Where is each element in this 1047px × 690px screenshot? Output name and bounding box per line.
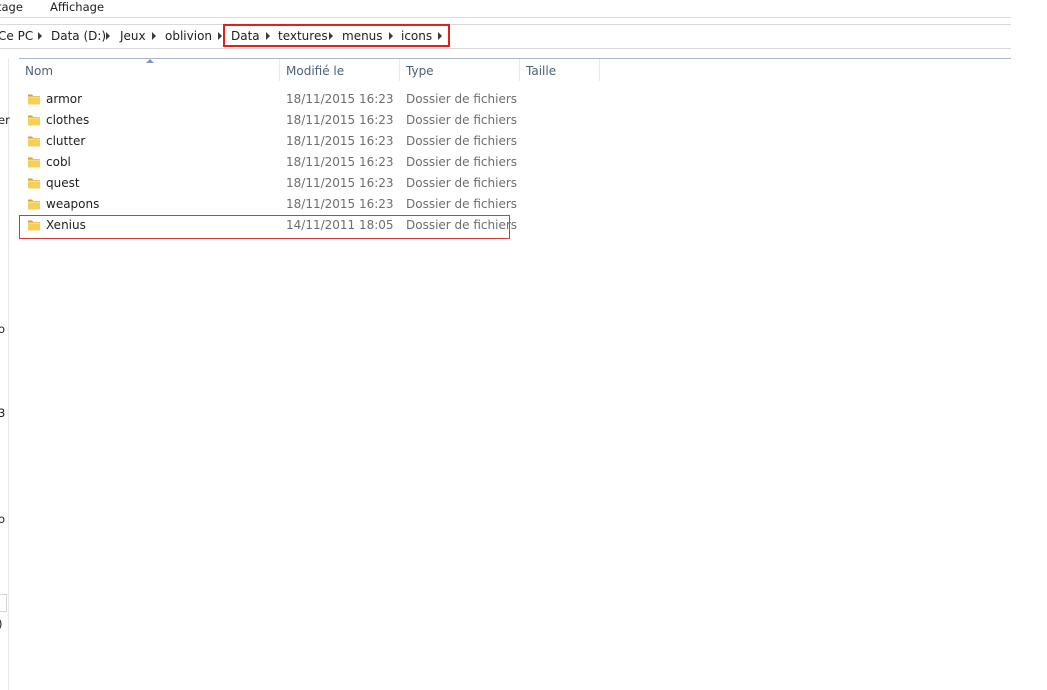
chevron-right-icon[interactable]	[218, 32, 222, 40]
tab-affichage[interactable]: Affichage	[50, 0, 104, 15]
file-type: Dossier de fichiers	[406, 134, 518, 148]
column-divider[interactable]	[399, 59, 400, 81]
nav-item-fragment[interactable]: 3	[0, 406, 5, 420]
file-row-xenius[interactable]: Xenius 14/11/2011 18:05 Dossier de fichi…	[19, 215, 517, 236]
chevron-right-icon[interactable]	[38, 32, 42, 40]
column-divider[interactable]	[599, 59, 600, 81]
chevron-right-icon[interactable]	[389, 32, 393, 40]
nav-item-fragment[interactable]: o	[0, 512, 5, 526]
breadcrumb-data[interactable]: Data	[231, 29, 260, 44]
file-list: armor 18/11/2015 16:23 Dossier de fichie…	[19, 89, 619, 236]
file-modified: 18/11/2015 16:23	[286, 176, 394, 190]
column-divider[interactable]	[519, 59, 520, 81]
column-header-row: Nom Modifié le Type Taille	[19, 58, 1011, 83]
breadcrumb-data-d[interactable]: Data (D:)	[51, 29, 106, 44]
chevron-right-icon[interactable]	[106, 32, 110, 40]
file-type: Dossier de fichiers	[406, 113, 518, 127]
file-type: Dossier de fichiers	[406, 92, 518, 106]
nav-pane-scrollbar[interactable]	[0, 594, 7, 612]
file-explorer-window: tage Affichage Ce PC Data (D:) Jeux obli…	[0, 0, 1047, 690]
chevron-right-icon[interactable]	[329, 32, 333, 40]
file-name[interactable]: clothes	[46, 113, 89, 128]
chevron-right-icon[interactable]	[152, 32, 156, 40]
file-modified: 18/11/2015 16:23	[286, 92, 394, 106]
folder-icon	[27, 134, 41, 148]
file-modified: 14/11/2011 18:05	[286, 218, 394, 232]
folder-icon	[27, 92, 41, 106]
file-modified: 18/11/2015 16:23	[286, 197, 394, 211]
tab-partage[interactable]: tage	[0, 0, 23, 15]
nav-item-fragment[interactable]: )	[0, 617, 3, 631]
file-name[interactable]: quest	[46, 176, 80, 191]
file-row-quest[interactable]: quest 18/11/2015 16:23 Dossier de fichie…	[19, 173, 517, 194]
file-row-clutter[interactable]: clutter 18/11/2015 16:23 Dossier de fich…	[19, 131, 517, 152]
sort-ascending-icon	[146, 59, 154, 63]
breadcrumb-icons[interactable]: icons	[401, 29, 432, 44]
folder-icon	[27, 197, 41, 211]
ribbon-tab-bar: tage Affichage	[0, 0, 1011, 18]
nav-item-fragment[interactable]: o	[0, 322, 5, 336]
file-name[interactable]: weapons	[46, 197, 99, 212]
file-name[interactable]: cobl	[46, 155, 71, 170]
folder-icon	[27, 218, 41, 232]
breadcrumb-ce-pc[interactable]: Ce PC	[0, 29, 33, 44]
breadcrumb-menus[interactable]: menus	[342, 29, 383, 44]
file-row-armor[interactable]: armor 18/11/2015 16:23 Dossier de fichie…	[19, 89, 517, 110]
file-name[interactable]: Xenius	[46, 218, 86, 233]
breadcrumb-oblivion[interactable]: oblivion	[165, 29, 212, 44]
file-row-weapons[interactable]: weapons 18/11/2015 16:23 Dossier de fich…	[19, 194, 517, 215]
folder-icon	[27, 113, 41, 127]
file-modified: 18/11/2015 16:23	[286, 155, 394, 169]
file-modified: 18/11/2015 16:23	[286, 113, 394, 127]
chevron-right-icon[interactable]	[266, 32, 270, 40]
column-header-modified[interactable]: Modifié le	[286, 64, 344, 79]
file-name[interactable]: armor	[46, 92, 82, 107]
file-row-clothes[interactable]: clothes 18/11/2015 16:23 Dossier de fich…	[19, 110, 517, 131]
nav-item-fragment[interactable]: er	[0, 113, 10, 127]
address-bar[interactable]: Ce PC Data (D:) Jeux oblivion Data textu…	[0, 24, 1011, 49]
column-header-type[interactable]: Type	[406, 64, 434, 79]
folder-icon	[27, 155, 41, 169]
breadcrumb-textures[interactable]: textures	[278, 29, 328, 44]
file-modified: 18/11/2015 16:23	[286, 134, 394, 148]
file-type: Dossier de fichiers	[406, 197, 518, 211]
column-header-size[interactable]: Taille	[526, 64, 556, 79]
file-type: Dossier de fichiers	[406, 176, 518, 190]
file-type: Dossier de fichiers	[406, 218, 518, 232]
folder-icon	[27, 176, 41, 190]
column-divider[interactable]	[279, 59, 280, 81]
breadcrumb-jeux[interactable]: Jeux	[120, 29, 146, 44]
chevron-right-icon[interactable]	[438, 32, 442, 40]
file-name[interactable]: clutter	[46, 134, 85, 149]
file-row-cobl[interactable]: cobl 18/11/2015 16:23 Dossier de fichier…	[19, 152, 517, 173]
column-header-name[interactable]: Nom	[25, 64, 53, 79]
file-type: Dossier de fichiers	[406, 155, 518, 169]
